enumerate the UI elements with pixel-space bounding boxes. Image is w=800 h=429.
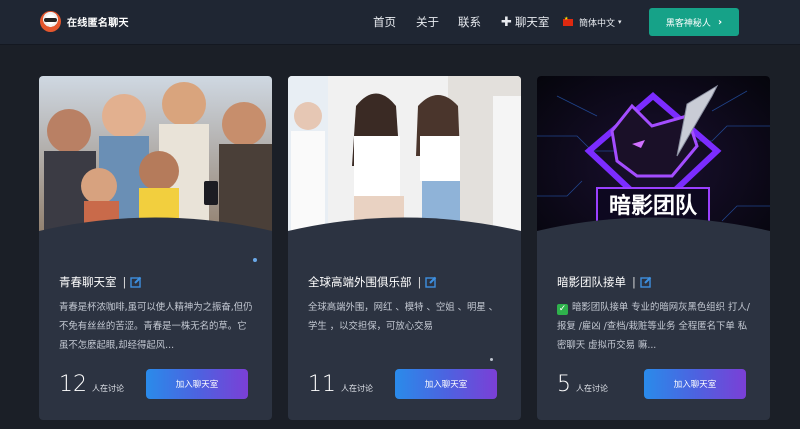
count-label: 人在讨论 — [341, 384, 373, 393]
count-label: 人在讨论 — [576, 384, 608, 393]
card-title[interactable]: 全球高端外围俱乐部 | — [308, 274, 437, 290]
edit-icon[interactable] — [640, 276, 652, 288]
card-description: 全球高端外围，网红 、模特 、空姐 、明星 、学生 ，以交担保，可放心交易 — [308, 302, 499, 332]
card-image-friends-group[interactable] — [39, 76, 272, 254]
count-label: 人在讨论 — [92, 384, 124, 393]
top-navbar: 在线匿名聊天 首页 关于 联系 ✚ 聊天室 簡体中文 ▾ 黑客神秘人 › — [0, 0, 800, 45]
participant-count: 12 人在讨论 — [59, 372, 124, 397]
participant-count: 5 人在讨论 — [557, 372, 608, 397]
card-title-text[interactable]: 青春聊天室 — [59, 274, 117, 290]
chatroom-card: 青春聊天室 | 青春是杯浓咖啡,虽可以使人精神为之振奋,但仍不免有丝丝的苦涩。青… — [39, 76, 272, 420]
card-title[interactable]: 青春聊天室 | — [59, 274, 142, 290]
count-number: 11 — [308, 372, 336, 397]
join-chatroom-button[interactable]: 加入聊天室 — [146, 369, 248, 399]
edit-icon[interactable] — [130, 276, 142, 288]
china-flag-icon — [563, 16, 573, 26]
decorative-dot — [253, 258, 257, 262]
nav-contact-label[interactable]: 联系 — [458, 14, 481, 30]
participant-count: 11 人在讨论 — [308, 372, 373, 397]
title-separator: | — [417, 275, 422, 289]
language-selector[interactable]: 簡体中文 ▾ — [563, 0, 622, 44]
chatroom-card: 暗影团队 暗影团队接单 | ✓ 暗影团队接单 专业的暗网灰黑色组织 打人/报复 /… — [537, 76, 770, 420]
nav-contact[interactable]: 联系 — [458, 0, 481, 44]
title-separator: | — [632, 275, 636, 289]
card-image-shadow-team[interactable]: 暗影团队 — [537, 76, 770, 254]
card-title[interactable]: 暗影团队接单 | — [557, 274, 652, 290]
cta-label: 黑客神秘人 — [665, 18, 711, 29]
brand-logo[interactable]: 在线匿名聊天 — [40, 11, 129, 32]
nav-about-label[interactable]: 关于 — [416, 14, 439, 30]
title-separator: | — [122, 275, 127, 289]
brand-name: 在线匿名聊天 — [67, 18, 129, 29]
count-number: 5 — [557, 372, 571, 397]
language-label[interactable]: 簡体中文 — [579, 16, 615, 29]
card-image-models[interactable] — [288, 76, 521, 254]
chatroom-card: 全球高端外围俱乐部 | 全球高端外围，网红 、模特 、空姐 、明星 、学生 ，以… — [288, 76, 521, 420]
join-chatroom-button[interactable]: 加入聊天室 — [644, 369, 746, 399]
edit-icon[interactable] — [425, 276, 437, 288]
join-chatroom-button[interactable]: 加入聊天室 — [395, 369, 497, 399]
checkmark-icon: ✓ — [557, 304, 568, 315]
chevron-right-icon: › — [717, 16, 723, 28]
card-title-text[interactable]: 暗影团队接单 — [557, 274, 626, 290]
caret-down-icon: ▾ — [618, 18, 622, 26]
card-description-text: 暗影团队接单 专业的暗网灰黑色组织 打人/报复 /雇凶 /查档/栽赃等业务 全程… — [557, 302, 750, 351]
anonymous-mask-icon — [40, 11, 61, 32]
nav-chatroom[interactable]: ✚ 聊天室 — [501, 0, 549, 44]
nav-about[interactable]: 关于 — [416, 0, 439, 44]
nav-home-label[interactable]: 首页 — [373, 14, 396, 30]
card-description: 青春是杯浓咖啡,虽可以使人精神为之振奋,但仍不免有丝丝的苦涩。青春是一株无名的草… — [59, 302, 253, 351]
plus-icon: ✚ — [501, 14, 512, 30]
card-title-text[interactable]: 全球高端外围俱乐部 — [308, 274, 412, 290]
hacker-cta-button[interactable]: 黑客神秘人 › — [649, 8, 739, 36]
card-description: ✓ 暗影团队接单 专业的暗网灰黑色组织 打人/报复 /雇凶 /查档/栽赃等业务 全… — [557, 298, 753, 355]
count-number: 12 — [59, 372, 87, 397]
shadow-team-logo-text: 暗影团队 — [609, 193, 698, 219]
decorative-dot — [490, 358, 493, 361]
nav-home[interactable]: 首页 — [373, 0, 396, 44]
nav-chatroom-label[interactable]: 聊天室 — [515, 14, 550, 30]
